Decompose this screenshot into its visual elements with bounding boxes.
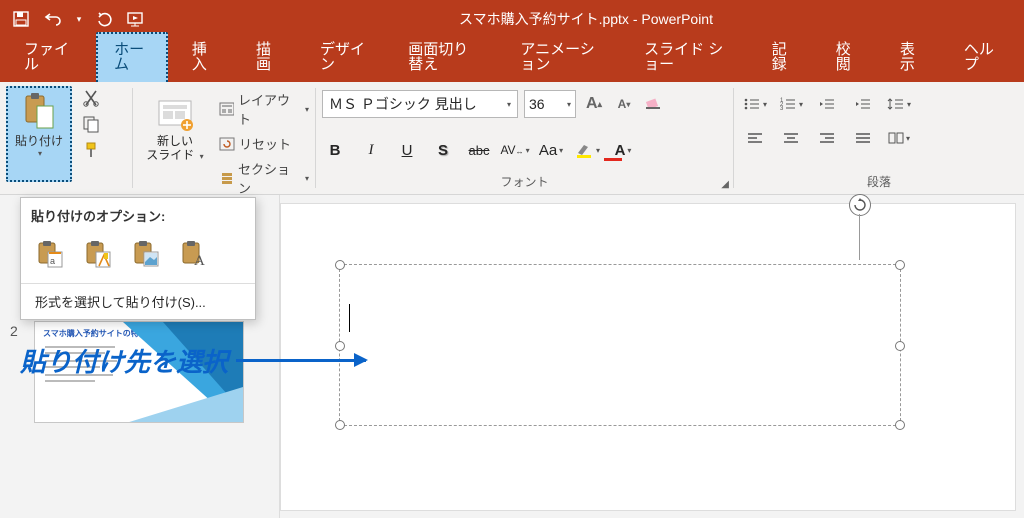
- annotation-callout: 貼り付け先を選択: [20, 342, 366, 379]
- underline-button[interactable]: U: [394, 138, 420, 162]
- thumb-number: 2: [10, 321, 24, 339]
- resize-handle-icon[interactable]: [895, 341, 905, 351]
- tab-file[interactable]: ファイル: [8, 34, 88, 82]
- italic-button[interactable]: I: [358, 138, 384, 162]
- tab-transitions[interactable]: 画面切り替え: [392, 34, 496, 82]
- font-size-combo[interactable]: 36▾: [524, 90, 576, 118]
- decrease-font-icon[interactable]: A▾: [612, 92, 636, 116]
- line-spacing-button[interactable]: ▾: [884, 90, 914, 118]
- align-right-button[interactable]: [812, 124, 842, 152]
- align-center-button[interactable]: [776, 124, 806, 152]
- strikethrough-button[interactable]: abc: [466, 138, 492, 162]
- paste-picture-icon[interactable]: [127, 235, 165, 273]
- format-painter-icon[interactable]: [80, 140, 102, 160]
- paste-keep-source-formatting-icon[interactable]: [79, 235, 117, 273]
- tab-record[interactable]: 記録: [756, 34, 812, 82]
- resize-handle-icon[interactable]: [335, 420, 345, 430]
- tab-animations[interactable]: アニメーション: [504, 34, 620, 82]
- bold-button[interactable]: B: [322, 138, 348, 162]
- reset-button[interactable]: リセット: [219, 134, 309, 153]
- paste-use-destination-theme-icon[interactable]: a: [31, 235, 69, 273]
- cut-icon[interactable]: [80, 88, 102, 108]
- paste-dropdown-icon: ▾: [38, 149, 42, 158]
- char-spacing-button[interactable]: AV↔▾: [502, 138, 528, 162]
- tab-help[interactable]: ヘルプ: [948, 34, 1016, 82]
- tab-view[interactable]: 表示: [884, 34, 940, 82]
- paste-button[interactable]: 貼り付け ▾: [6, 86, 72, 182]
- slideshow-from-start-icon[interactable]: [124, 6, 150, 32]
- tab-design[interactable]: デザイン: [304, 34, 384, 82]
- tab-review[interactable]: 校閲: [820, 34, 876, 82]
- highlight-color-button[interactable]: ▾: [574, 138, 600, 162]
- ribbon: 貼り付け ▾ 新しい スライド ▾ レイアウト: [0, 82, 1024, 195]
- paragraph-group-label: 段落: [740, 171, 1018, 190]
- text-cursor: [349, 304, 350, 332]
- paste-special-menuitem[interactable]: 形式を選択して貼り付け(S)...: [21, 283, 255, 319]
- columns-button[interactable]: ▾: [884, 124, 914, 152]
- resize-handle-icon[interactable]: [895, 260, 905, 270]
- app-name: PowerPoint: [641, 11, 713, 27]
- group-paragraph: ▾ 123▾ ▾ ▾ 段落: [734, 82, 1024, 194]
- section-button[interactable]: セクション▾: [219, 159, 309, 197]
- paste-text-only-icon[interactable]: A: [175, 235, 213, 273]
- justify-button[interactable]: [848, 124, 878, 152]
- clear-formatting-icon[interactable]: [642, 92, 666, 116]
- font-color-button[interactable]: A▾: [610, 138, 636, 162]
- increase-indent-button[interactable]: [848, 90, 878, 118]
- change-case-button[interactable]: Aa▾: [538, 138, 564, 162]
- undo-icon[interactable]: [40, 6, 66, 32]
- svg-text:3: 3: [780, 106, 784, 112]
- text-shadow-button[interactable]: S: [430, 138, 456, 162]
- resize-handle-icon[interactable]: [335, 260, 345, 270]
- document-name: スマホ購入予約サイト.pptx: [459, 11, 629, 27]
- tab-insert[interactable]: 挿入: [176, 34, 232, 82]
- tab-draw[interactable]: 描画: [240, 34, 296, 82]
- paste-options-popup: 貼り付けのオプション: a A 形式を選択して貼り付け(S)...: [20, 197, 256, 320]
- window-title: スマホ購入予約サイト.pptx - PowerPoint: [156, 9, 1016, 29]
- group-clipboard: 貼り付け ▾: [0, 82, 132, 194]
- copy-icon[interactable]: [80, 114, 102, 134]
- svg-text:a: a: [50, 256, 55, 266]
- font-dialog-launcher-icon[interactable]: ◢: [721, 179, 729, 190]
- annotation-arrow-icon: [236, 359, 366, 362]
- tab-slideshow[interactable]: スライド ショー: [628, 34, 748, 82]
- group-font: ＭＳ Ｐゴシック 見出し▾ 36▾ A▴ A▾ B I U S abc AV↔▾…: [316, 82, 733, 194]
- resize-handle-icon[interactable]: [895, 420, 905, 430]
- svg-text:A: A: [194, 253, 205, 268]
- group-slides: 新しい スライド ▾ レイアウト▾ リセット セクション▾: [133, 82, 315, 194]
- align-left-button[interactable]: [740, 124, 770, 152]
- ribbon-tabs: ファイル ホーム 挿入 描画 デザイン 画面切り替え アニメーション スライド …: [0, 38, 1024, 82]
- title-textbox[interactable]: [339, 264, 901, 426]
- decrease-indent-button[interactable]: [812, 90, 842, 118]
- new-slide-button[interactable]: 新しい スライド ▾: [139, 86, 211, 174]
- save-icon[interactable]: [8, 6, 34, 32]
- bullets-button[interactable]: ▾: [740, 90, 770, 118]
- slide-canvas[interactable]: [280, 203, 1016, 511]
- redo-icon[interactable]: [92, 6, 118, 32]
- paste-label: 貼り付け: [15, 132, 63, 149]
- font-name-combo[interactable]: ＭＳ Ｐゴシック 見出し▾: [322, 90, 518, 118]
- rotate-handle-icon[interactable]: [849, 194, 871, 216]
- layout-button[interactable]: レイアウト▾: [219, 90, 309, 128]
- undo-dropdown-icon[interactable]: ▾: [72, 6, 86, 32]
- paste-options-header: 貼り付けのオプション:: [21, 198, 255, 231]
- increase-font-icon[interactable]: A▴: [582, 92, 606, 116]
- tab-home[interactable]: ホーム: [96, 32, 168, 82]
- numbering-button[interactable]: 123▾: [776, 90, 806, 118]
- font-group-label: フォント ◢: [322, 171, 727, 190]
